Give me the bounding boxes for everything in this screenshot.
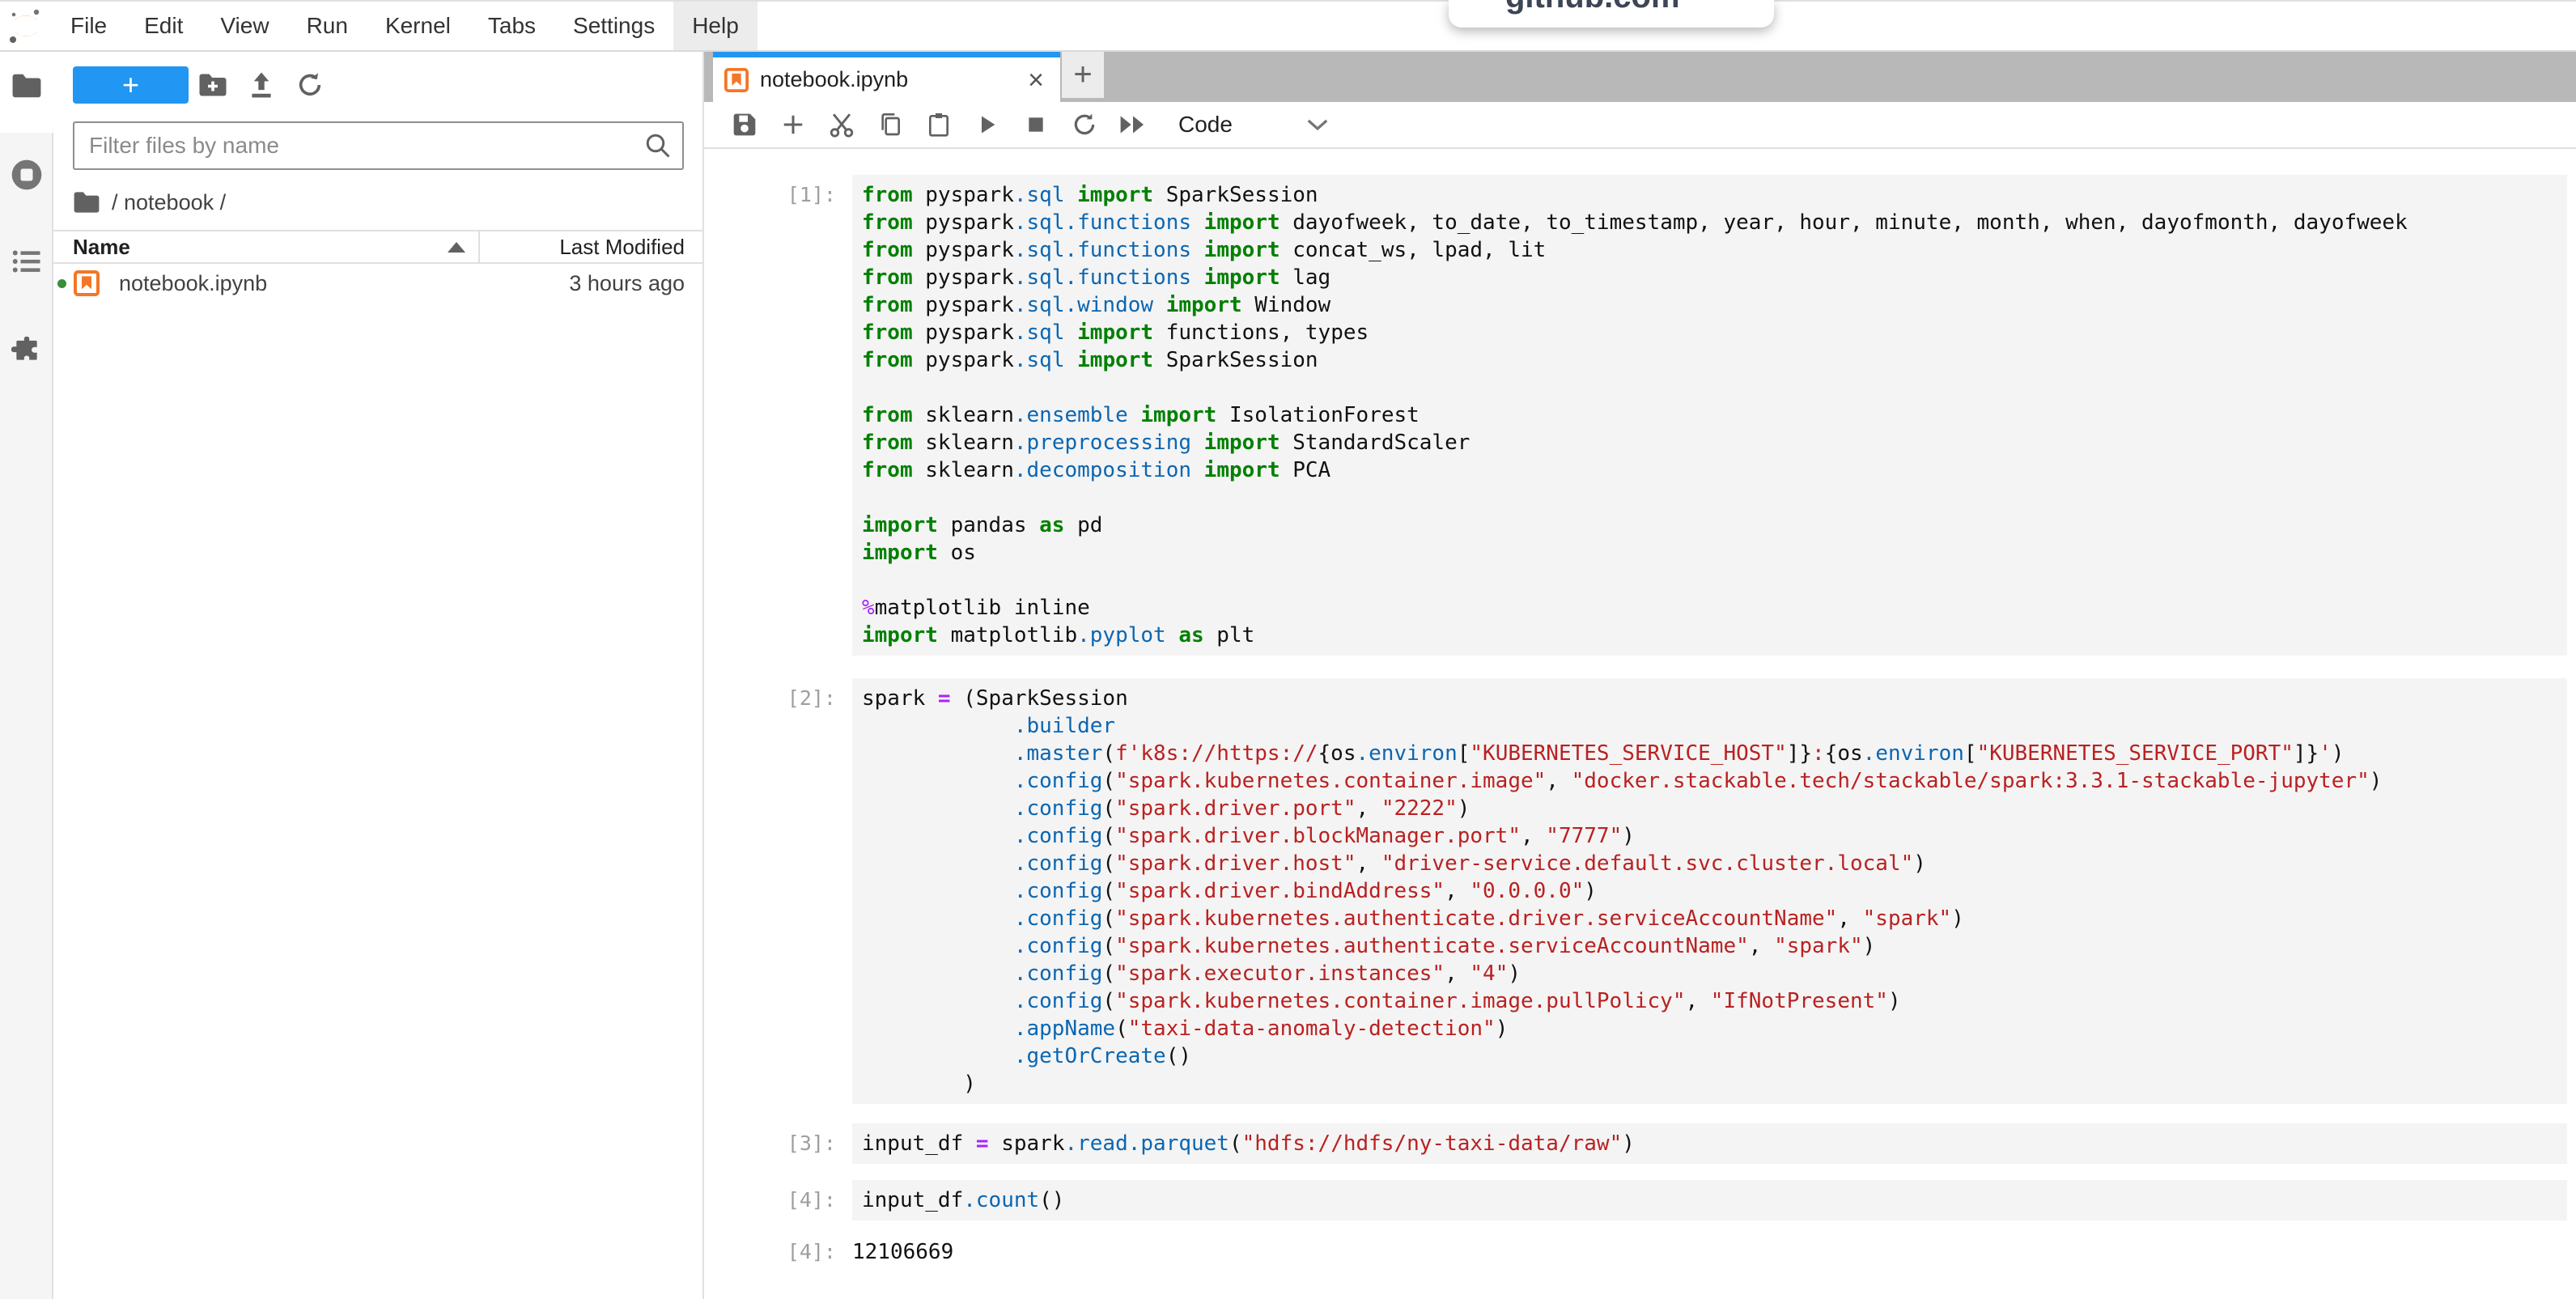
- menu-item-help[interactable]: Help: [673, 2, 758, 50]
- new-launcher-button[interactable]: +: [73, 66, 189, 104]
- github-popup: github.com: [1449, 0, 1774, 28]
- home-folder-icon[interactable]: [73, 191, 100, 214]
- breadcrumb[interactable]: / notebook /: [73, 183, 226, 222]
- column-header-last-modified[interactable]: Last Modified: [478, 231, 704, 262]
- filter-files-box: [73, 121, 684, 170]
- cell-editor[interactable]: input_df.count(): [852, 1180, 2567, 1220]
- restart-kernel-button[interactable]: [1067, 107, 1102, 142]
- restart-run-all-button[interactable]: [1115, 107, 1151, 142]
- search-icon: [643, 131, 673, 160]
- output-value: 12106669: [852, 1232, 953, 1266]
- code-cell: [3]:input_df = spark.read.parquet("hdfs:…: [704, 1123, 2567, 1164]
- menu-item-kernel[interactable]: Kernel: [367, 2, 469, 50]
- paste-cells-button[interactable]: [921, 107, 957, 142]
- sort-ascending-icon: [448, 242, 465, 253]
- notebook-dock: notebook.ipynb × +: [704, 52, 2576, 1299]
- new-folder-button[interactable]: [189, 66, 237, 104]
- extensions-icon[interactable]: [0, 327, 53, 372]
- github-popup-text: github.com: [1505, 0, 1680, 15]
- table-of-contents-icon[interactable]: [0, 239, 53, 284]
- notebook-tab-icon: [724, 68, 749, 92]
- tab-bar: notebook.ipynb × +: [704, 52, 2576, 102]
- cell-type-value: Code: [1178, 112, 1233, 138]
- cell-editor[interactable]: input_df = spark.read.parquet("hdfs://hd…: [852, 1123, 2567, 1164]
- column-header-name[interactable]: Name: [53, 235, 478, 260]
- file-list: notebook.ipynb 3 hours ago: [53, 265, 704, 301]
- output-prompt: [4]:: [704, 1232, 852, 1266]
- tab-title: notebook.ipynb: [760, 67, 1012, 92]
- notebook-cells: [1]:from pyspark.sql import SparkSession…: [704, 149, 2576, 1299]
- code-cell: [1]:from pyspark.sql import SparkSession…: [704, 175, 2567, 656]
- menu-item-tabs[interactable]: Tabs: [469, 2, 554, 50]
- filter-files-input[interactable]: [73, 121, 684, 170]
- running-kernels-icon[interactable]: [0, 152, 53, 197]
- menubar: FileEditViewRunKernelTabsSettingsHelp: [0, 0, 2576, 52]
- input-prompt: [3]:: [704, 1123, 852, 1164]
- file-row[interactable]: notebook.ipynb 3 hours ago: [53, 265, 704, 301]
- notebook-toolbar: Code: [704, 102, 2576, 149]
- cell-type-dropdown[interactable]: Code: [1178, 112, 1330, 138]
- notebook-file-icon: [74, 270, 100, 296]
- menu-item-settings[interactable]: Settings: [554, 2, 673, 50]
- menu-item-run[interactable]: Run: [288, 2, 367, 50]
- tab-close-icon[interactable]: ×: [1023, 66, 1049, 94]
- menu-item-file[interactable]: File: [52, 2, 125, 50]
- file-browser-panel: + / notebook / Name Last Modified: [53, 52, 704, 1299]
- run-cell-button[interactable]: [970, 107, 1005, 142]
- cut-cells-button[interactable]: [824, 107, 859, 142]
- input-prompt: [2]:: [704, 678, 852, 1104]
- jupyter-logo: [0, 7, 52, 45]
- menu-item-edit[interactable]: Edit: [125, 2, 202, 50]
- tab-notebook[interactable]: notebook.ipynb ×: [713, 52, 1060, 102]
- file-browser-icon[interactable]: [0, 63, 53, 108]
- cell-editor[interactable]: spark = (SparkSession .builder .master(f…: [852, 678, 2567, 1104]
- input-prompt: [1]:: [704, 175, 852, 656]
- file-browser-toolbar: +: [53, 60, 704, 110]
- new-tab-button[interactable]: +: [1062, 52, 1104, 98]
- file-last-modified: 3 hours ago: [569, 271, 704, 296]
- file-name: notebook.ipynb: [119, 271, 267, 296]
- copy-cells-button[interactable]: [872, 107, 908, 142]
- menu-items: FileEditViewRunKernelTabsSettingsHelp: [52, 2, 758, 50]
- chevron-down-icon: [1305, 117, 1330, 133]
- code-cell: [4]:input_df.count(): [704, 1180, 2567, 1220]
- cell-editor[interactable]: from pyspark.sql import SparkSessionfrom…: [852, 175, 2567, 656]
- code-cell: [2]:spark = (SparkSession .builder .mast…: [704, 678, 2567, 1104]
- interrupt-kernel-button[interactable]: [1018, 107, 1054, 142]
- menu-item-view[interactable]: View: [202, 2, 287, 50]
- breadcrumb-path: / notebook /: [112, 190, 226, 215]
- activity-bar: [0, 52, 53, 1299]
- add-cell-button[interactable]: [775, 107, 811, 142]
- upload-button[interactable]: [237, 66, 286, 104]
- file-list-header: Name Last Modified: [53, 230, 704, 264]
- save-button[interactable]: [727, 107, 762, 142]
- input-prompt: [4]:: [704, 1180, 852, 1220]
- refresh-button[interactable]: [286, 66, 334, 104]
- cell-output: [4]:12106669: [704, 1232, 2576, 1266]
- running-indicator-dot: [57, 279, 66, 288]
